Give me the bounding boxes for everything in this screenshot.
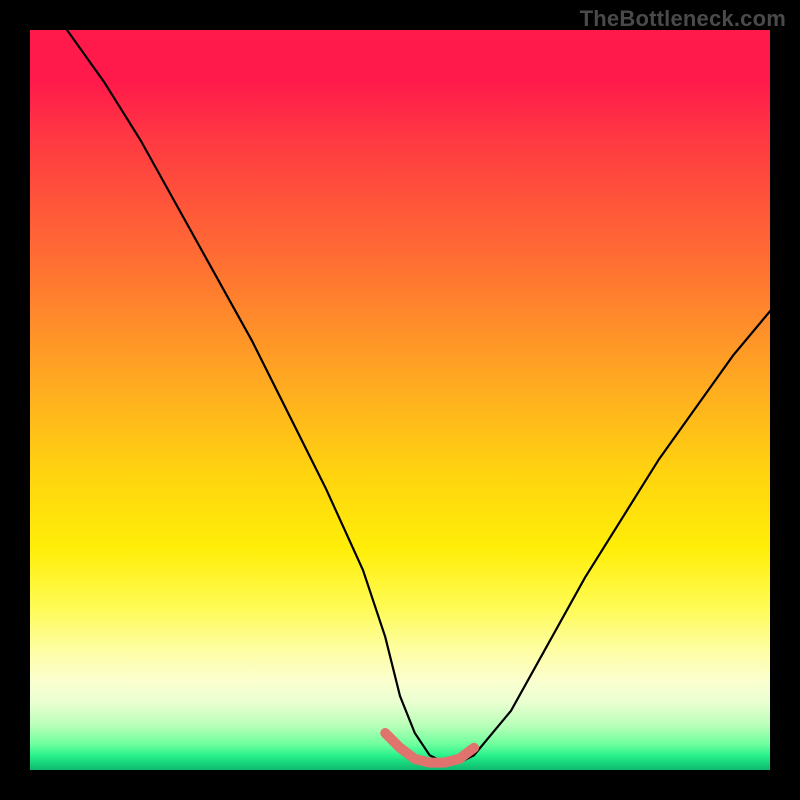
chart-frame: TheBottleneck.com: [0, 0, 800, 800]
trough-highlight: [385, 733, 474, 763]
plot-area: [30, 30, 770, 770]
curve-layer: [30, 30, 770, 770]
bottleneck-curve: [67, 30, 770, 763]
watermark-text: TheBottleneck.com: [580, 6, 786, 32]
